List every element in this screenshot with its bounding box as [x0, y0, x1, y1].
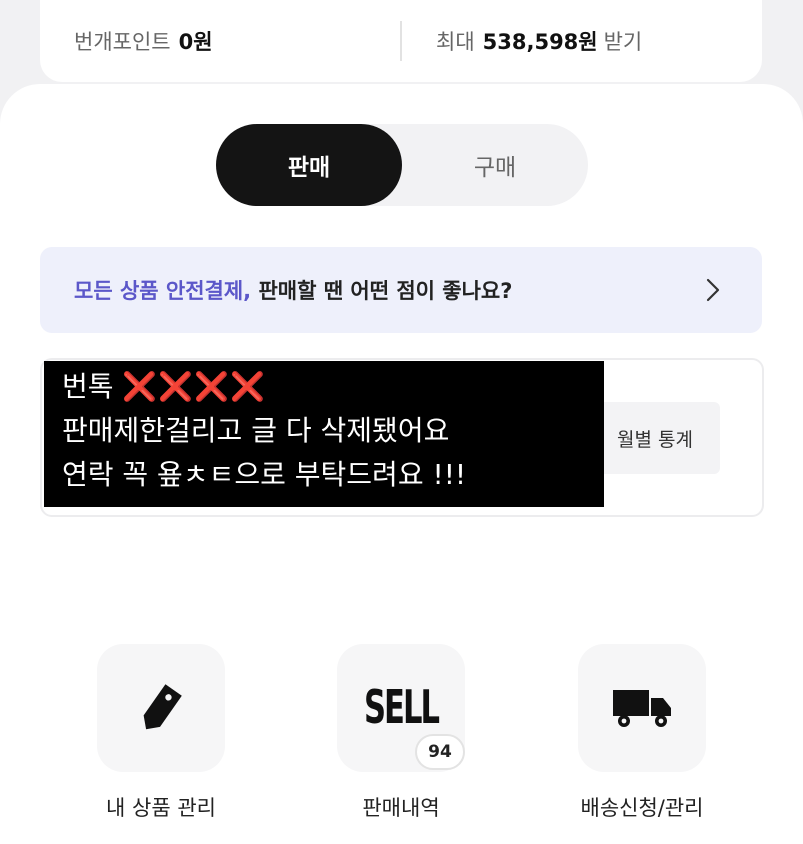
- points-label: 번개포인트: [74, 30, 171, 54]
- price-tag-icon: [143, 684, 182, 730]
- shipping-icon-box: [578, 644, 706, 772]
- sales-count-badge: 94: [415, 734, 465, 770]
- points-value: 0원: [178, 30, 213, 54]
- tab-buy[interactable]: 구매: [402, 124, 588, 206]
- sell-buy-toggle: 판매 구매: [216, 124, 588, 206]
- banner-text: 판매할 땐 어떤 점이 좋나요?: [251, 279, 513, 303]
- sell-icon: SELL: [364, 681, 440, 735]
- chevron-right-icon: [706, 278, 720, 302]
- monthly-stats-button[interactable]: 월별 통계: [590, 402, 720, 474]
- my-products-icon-box: [97, 644, 225, 772]
- shipping-label: 배송신청/관리: [580, 796, 704, 820]
- max-value: 538,598원: [482, 30, 598, 54]
- safe-payment-banner[interactable]: 모든 상품 안전결제, 판매할 땐 어떤 점이 좋나요?: [40, 247, 762, 333]
- max-label: 최대: [436, 30, 475, 54]
- sold-restriction-notice: 번톡 ❌❌❌❌ 판매제한걸리고 글 다 삭제됐어요 연락 꼭 욮ㅊㅌ으로 부탁드…: [44, 361, 604, 507]
- notice-line-1-text: 번톡: [62, 370, 123, 403]
- tab-sell[interactable]: 판매: [216, 124, 402, 206]
- banner-highlight: 모든 상품 안전결제,: [74, 279, 252, 303]
- delivery-truck-icon: [613, 690, 671, 727]
- points-card: 번개포인트 0원 최대 538,598원 받기: [40, 0, 762, 82]
- sales-history-menu[interactable]: SELL 94 판매내역: [281, 644, 521, 822]
- max-suffix: 받기: [603, 30, 643, 54]
- shipping-menu[interactable]: 배송신청/관리: [522, 644, 762, 822]
- my-products-menu[interactable]: 내 상품 관리: [41, 644, 281, 822]
- lightning-points[interactable]: 번개포인트 0원: [40, 26, 400, 56]
- max-points-reward[interactable]: 최대 538,598원 받기: [402, 26, 762, 56]
- sales-history-label: 판매내역: [362, 796, 440, 820]
- notice-line-2: 판매제한걸리고 글 다 삭제됐어요: [62, 414, 450, 447]
- notice-line-3: 연락 꼭 욮ㅊㅌ으로 부탁드려요 !!!: [62, 458, 467, 491]
- my-products-label: 내 상품 관리: [106, 796, 216, 820]
- sales-history-icon-box: SELL 94: [337, 644, 465, 772]
- seller-menu: 내 상품 관리 SELL 94 판매내역 배송신청/관리: [0, 644, 803, 844]
- notice-line-1: 번톡 ❌❌❌❌: [62, 365, 604, 409]
- red-x-marks: ❌❌❌❌: [122, 370, 266, 403]
